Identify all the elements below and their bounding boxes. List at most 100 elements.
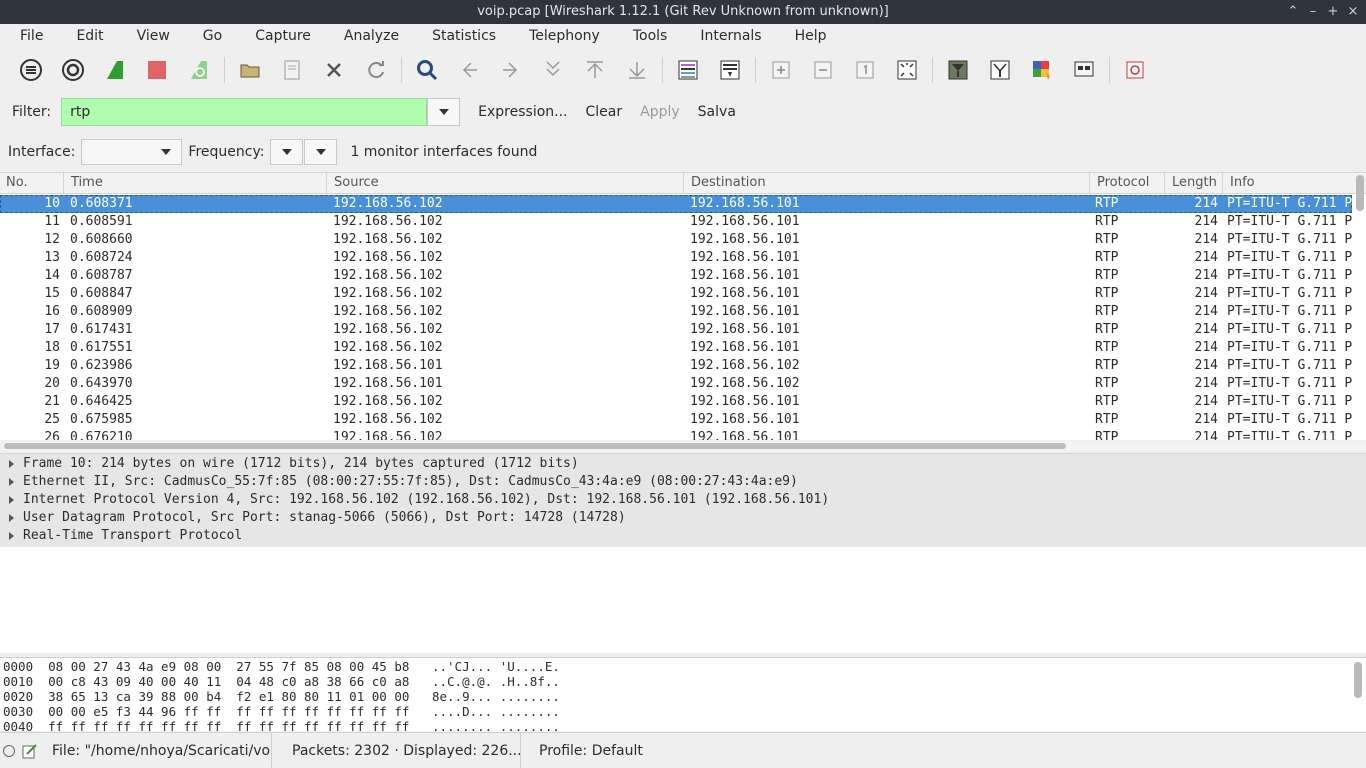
menu-file[interactable]: File (10, 24, 53, 48)
packet-row[interactable]: 20 0.643970 192.168.56.101 192.168.56.102 RT… (0, 375, 1352, 393)
packet-row[interactable]: 26 0.676210 192.168.56.102 192.168.56.101 RT… (0, 429, 1352, 440)
column-header-source[interactable]: Source (328, 173, 684, 194)
detail-row-udp[interactable]: User Datagram Protocol, Src Port: stanag… (0, 509, 1366, 527)
stop-capture-icon[interactable] (142, 55, 172, 85)
packet-row[interactable]: 13 0.608724 192.168.56.102 192.168.56.101 RT… (0, 249, 1352, 267)
go-back-icon[interactable] (454, 55, 484, 85)
window-close-icon[interactable]: × (1346, 0, 1360, 24)
detail-row-frame[interactable]: Frame 10: 214 bytes on wire (1712 bits),… (0, 455, 1366, 473)
menu-internals[interactable]: Internals (690, 24, 771, 48)
column-header-destination[interactable]: Destination (685, 173, 1090, 194)
column-header-length[interactable]: Length (1166, 173, 1223, 194)
help-icon[interactable] (1120, 55, 1150, 85)
save-filter-button[interactable]: Salva (689, 98, 745, 126)
packet-row[interactable]: 19 0.623986 192.168.56.101 192.168.56.102 RT… (0, 357, 1352, 375)
packet-row[interactable]: 21 0.646425 192.168.56.102 192.168.56.101 RT… (0, 393, 1352, 411)
go-first-icon[interactable] (580, 55, 610, 85)
menu-telephony[interactable]: Telephony (519, 24, 610, 48)
packet-cell-dst: 192.168.56.101 (690, 250, 800, 265)
packet-row[interactable]: 18 0.617551 192.168.56.102 192.168.56.101 RT… (0, 339, 1352, 357)
hex-row[interactable]: 0010 00 c8 43 09 40 00 40 11 04 48 c0 a8… (3, 674, 560, 689)
scrollbar-thumb[interactable] (4, 443, 1066, 449)
filter-history-dropdown[interactable] (427, 98, 461, 126)
menu-tools[interactable]: Tools (623, 24, 678, 48)
packet-row[interactable]: 16 0.608909 192.168.56.102 192.168.56.101 RT… (0, 303, 1352, 321)
expression-button[interactable]: Expression... (469, 98, 576, 126)
interfaces-icon[interactable] (16, 55, 46, 85)
menu-statistics[interactable]: Statistics (422, 24, 506, 48)
packet-cell-len: 214 (1194, 322, 1218, 337)
menu-go[interactable]: Go (193, 24, 232, 48)
packet-row[interactable]: 11 0.608591 192.168.56.102 192.168.56.101 RT… (0, 213, 1352, 231)
window-maximize-toggle-icon[interactable]: ⌃ (1286, 0, 1300, 24)
detail-row-rtp[interactable]: Real-Time Transport Protocol (0, 527, 1366, 545)
preferences-icon[interactable] (1069, 55, 1099, 85)
hex-row[interactable]: 0030 00 00 e5 f3 44 96 ff ff ff ff ff ff… (3, 704, 560, 719)
expand-arrow-icon[interactable] (9, 478, 14, 486)
column-header-info[interactable]: Info (1224, 173, 1354, 194)
restart-capture-icon[interactable] (184, 55, 214, 85)
interface-select[interactable] (81, 139, 183, 165)
bytes-scrollbar[interactable] (1354, 662, 1362, 698)
menu-help[interactable]: Help (785, 24, 837, 48)
save-file-icon[interactable] (277, 55, 307, 85)
filter-field[interactable] (61, 98, 428, 126)
display-filters-icon[interactable] (985, 55, 1015, 85)
capture-filters-icon[interactable] (943, 55, 973, 85)
clear-button[interactable]: Clear (577, 98, 632, 126)
hex-row[interactable]: 0040 ff ff ff ff ff ff ff ff ff ff ff ff… (3, 719, 560, 731)
packet-row[interactable]: 12 0.608660 192.168.56.102 192.168.56.101 RT… (0, 231, 1352, 249)
menu-edit[interactable]: Edit (66, 24, 113, 48)
expand-arrow-icon[interactable] (9, 514, 14, 522)
packet-list-horizontal-scrollbar[interactable] (0, 441, 1366, 451)
zoom-out-icon[interactable] (808, 55, 838, 85)
expand-arrow-icon[interactable] (9, 496, 14, 504)
packet-cell-no: 16 (44, 304, 60, 319)
menu-analyze[interactable]: Analyze (334, 24, 409, 48)
packet-cell-src: 192.168.56.102 (333, 286, 443, 301)
window-maximize-icon[interactable]: + (1326, 0, 1340, 24)
column-header-protocol[interactable]: Protocol (1091, 173, 1165, 194)
go-forward-icon[interactable] (496, 55, 526, 85)
window-minimize-icon[interactable]: – (1306, 0, 1320, 24)
expert-info-icon[interactable] (3, 744, 15, 757)
toolbar-separator (662, 57, 663, 83)
packet-row[interactable]: 17 0.617431 192.168.56.102 192.168.56.101 RT… (0, 321, 1352, 339)
menu-view[interactable]: View (127, 24, 180, 48)
detail-row-ip[interactable]: Internet Protocol Version 4, Src: 192.16… (0, 491, 1366, 509)
status-profile[interactable]: Profile: Default (539, 743, 643, 759)
hex-row[interactable]: 0020 38 65 13 ca 39 88 00 b4 f2 e1 80 80… (3, 689, 560, 704)
start-capture-icon[interactable] (100, 55, 130, 85)
expand-arrow-icon[interactable] (9, 532, 14, 540)
packet-row[interactable]: 14 0.608787 192.168.56.102 192.168.56.101 RT… (0, 267, 1352, 285)
apply-button[interactable]: Apply (631, 98, 689, 126)
resize-columns-icon[interactable] (892, 55, 922, 85)
open-file-icon[interactable] (235, 55, 265, 85)
packet-row[interactable]: 10 0.608371 192.168.56.102 192.168.56.101 RT… (0, 195, 1352, 213)
column-header-no[interactable]: No. (0, 173, 64, 194)
coloring-rules-icon[interactable] (1027, 55, 1057, 85)
go-to-packet-icon[interactable] (538, 55, 568, 85)
find-packet-icon[interactable] (412, 55, 442, 85)
zoom-in-icon[interactable] (766, 55, 796, 85)
capture-comment-icon[interactable] (22, 743, 38, 759)
frequency-select[interactable] (270, 139, 304, 165)
normal-size-icon[interactable] (850, 55, 880, 85)
capture-options-icon[interactable] (58, 55, 88, 85)
reload-icon[interactable] (361, 55, 391, 85)
packet-row[interactable]: 15 0.608847 192.168.56.102 192.168.56.101 RT… (0, 285, 1352, 303)
menu-capture[interactable]: Capture (245, 24, 321, 48)
autoscroll-icon[interactable] (715, 55, 745, 85)
expand-arrow-icon[interactable] (9, 460, 14, 468)
detail-row-ethernet[interactable]: Ethernet II, Src: CadmusCo_55:7f:85 (08:… (0, 473, 1366, 491)
interface-label: Interface: (8, 144, 76, 160)
packet-row[interactable]: 25 0.675985 192.168.56.102 192.168.56.101 RT… (0, 411, 1352, 429)
colorize-icon[interactable] (673, 55, 703, 85)
packet-list-scrollbar[interactable] (1356, 175, 1364, 211)
channel-type-select[interactable] (304, 139, 338, 165)
filter-input[interactable] (70, 104, 421, 120)
close-file-icon[interactable] (319, 55, 349, 85)
go-last-icon[interactable] (622, 55, 652, 85)
hex-row[interactable]: 0000 08 00 27 43 4a e9 08 00 27 55 7f 85… (3, 659, 560, 674)
column-header-time[interactable]: Time (65, 173, 327, 194)
